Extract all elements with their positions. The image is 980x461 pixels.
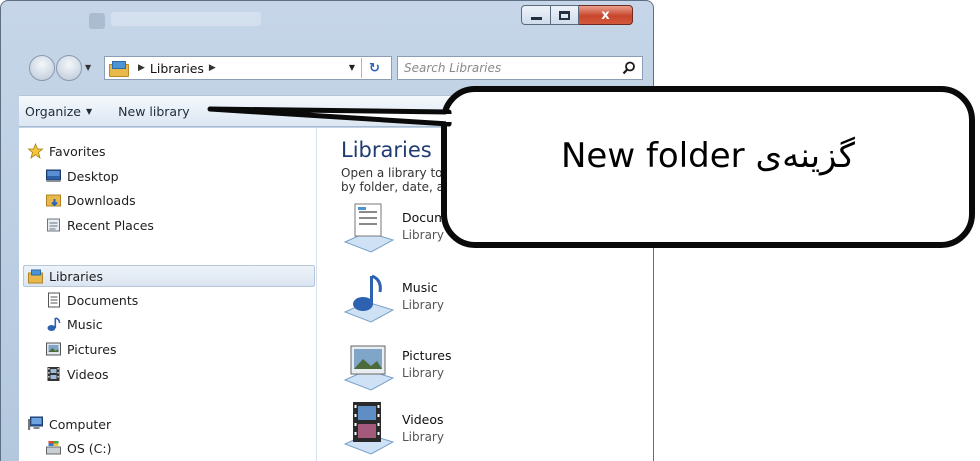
new-library-label: New library <box>118 103 190 119</box>
title-bar[interactable]: x <box>1 1 653 43</box>
computer-icon <box>28 416 43 430</box>
chevron-down-icon: ▼ <box>86 106 93 116</box>
search-placeholder: Search Libraries <box>404 61 502 75</box>
desktop-icon <box>46 169 61 182</box>
address-bar[interactable]: ▶ Libraries ▶ ▼ ↻ <box>104 56 392 80</box>
maximize-button[interactable] <box>551 5 579 25</box>
star-icon <box>27 143 44 159</box>
library-name: Videos <box>402 412 444 427</box>
videos-library-icon <box>343 402 395 455</box>
libraries-icon <box>109 61 129 77</box>
maximize-icon <box>559 10 570 20</box>
nav-item-desktop[interactable]: Desktop <box>45 166 119 186</box>
organize-label: Organize <box>25 103 81 119</box>
downloads-folder-icon <box>46 194 61 207</box>
music-note-icon <box>47 317 61 331</box>
documents-library-icon <box>343 203 395 253</box>
nav-item-label: Recent Places <box>67 217 154 233</box>
library-item-pictures[interactable]: Pictures Library <box>341 336 641 396</box>
recent-pages-dropdown-icon[interactable]: ▼ <box>85 63 91 72</box>
library-item-videos[interactable]: Videos Library <box>341 400 641 460</box>
recent-places-icon <box>47 218 60 232</box>
callout-text: گزینه‌ی New folder <box>561 136 855 176</box>
search-input[interactable]: Search Libraries <box>397 56 643 80</box>
nav-item-label: Music <box>67 316 103 332</box>
minimize-icon <box>530 16 542 20</box>
library-name: Music <box>402 280 438 295</box>
nav-item-label: Downloads <box>67 192 136 208</box>
library-name: Pictures <box>402 348 452 363</box>
chevron-right-icon[interactable]: ▶ <box>209 63 216 73</box>
film-icon <box>47 367 60 381</box>
library-kind: Library <box>402 430 444 444</box>
nav-item-label: Documents <box>67 292 139 308</box>
library-kind: Library <box>402 298 444 312</box>
nav-libraries[interactable]: Libraries <box>27 266 103 286</box>
library-kind: Library <box>402 366 444 380</box>
drive-icon <box>46 441 61 455</box>
chevron-right-icon[interactable]: ▶ <box>138 63 145 73</box>
pictures-icon <box>46 342 61 356</box>
window-title <box>111 12 261 26</box>
library-item-music[interactable]: Music Library <box>341 268 641 328</box>
nav-item-label: OS (C:) <box>67 440 112 456</box>
nav-item-os-drive[interactable]: OS (C:) <box>45 438 111 458</box>
nav-item-downloads[interactable]: Downloads <box>45 190 136 210</box>
minimize-button[interactable] <box>521 5 551 25</box>
nav-item-label: Pictures <box>67 341 117 357</box>
nav-item-pictures[interactable]: Pictures <box>45 339 117 359</box>
organize-button[interactable]: Organize ▼ <box>25 104 92 119</box>
back-button[interactable] <box>29 55 55 81</box>
nav-item-videos[interactable]: Videos <box>45 364 109 384</box>
music-library-icon <box>343 274 395 323</box>
nav-favorites-label: Favorites <box>49 143 106 159</box>
nav-item-recent-places[interactable]: Recent Places <box>45 215 154 235</box>
nav-item-music[interactable]: Music <box>45 314 103 334</box>
nav-computer[interactable]: Computer <box>27 414 111 434</box>
nav-computer-label: Computer <box>49 416 112 432</box>
page-title: Libraries <box>341 138 432 162</box>
libraries-icon <box>28 269 43 284</box>
forward-button[interactable] <box>56 55 82 81</box>
close-button[interactable]: x <box>579 5 633 25</box>
window-icon <box>89 13 105 29</box>
pictures-library-icon <box>343 345 395 391</box>
nav-libraries-label: Libraries <box>49 268 103 284</box>
nav-item-label: Videos <box>67 366 109 382</box>
close-icon: x <box>601 7 610 23</box>
callout-box: گزینه‌ی New folder <box>441 86 975 248</box>
refresh-icon[interactable]: ↻ <box>361 58 387 78</box>
documents-icon <box>48 292 60 308</box>
nav-item-documents[interactable]: Documents <box>45 290 138 310</box>
navigation-bar: ▼ ▶ Libraries ▶ ▼ ↻ Search Libraries <box>1 53 653 83</box>
navigation-pane: Favorites Desktop Downloads Recent Place… <box>19 128 317 461</box>
library-kind: Library <box>402 228 444 242</box>
new-library-button[interactable]: New library <box>118 104 189 119</box>
address-history-dropdown-icon[interactable]: ▼ <box>349 63 355 72</box>
nav-item-label: Desktop <box>67 168 119 184</box>
breadcrumb-libraries[interactable]: Libraries <box>150 61 204 76</box>
nav-favorites[interactable]: Favorites <box>27 141 105 161</box>
caption-buttons: x <box>521 5 633 25</box>
search-icon[interactable] <box>622 61 636 75</box>
